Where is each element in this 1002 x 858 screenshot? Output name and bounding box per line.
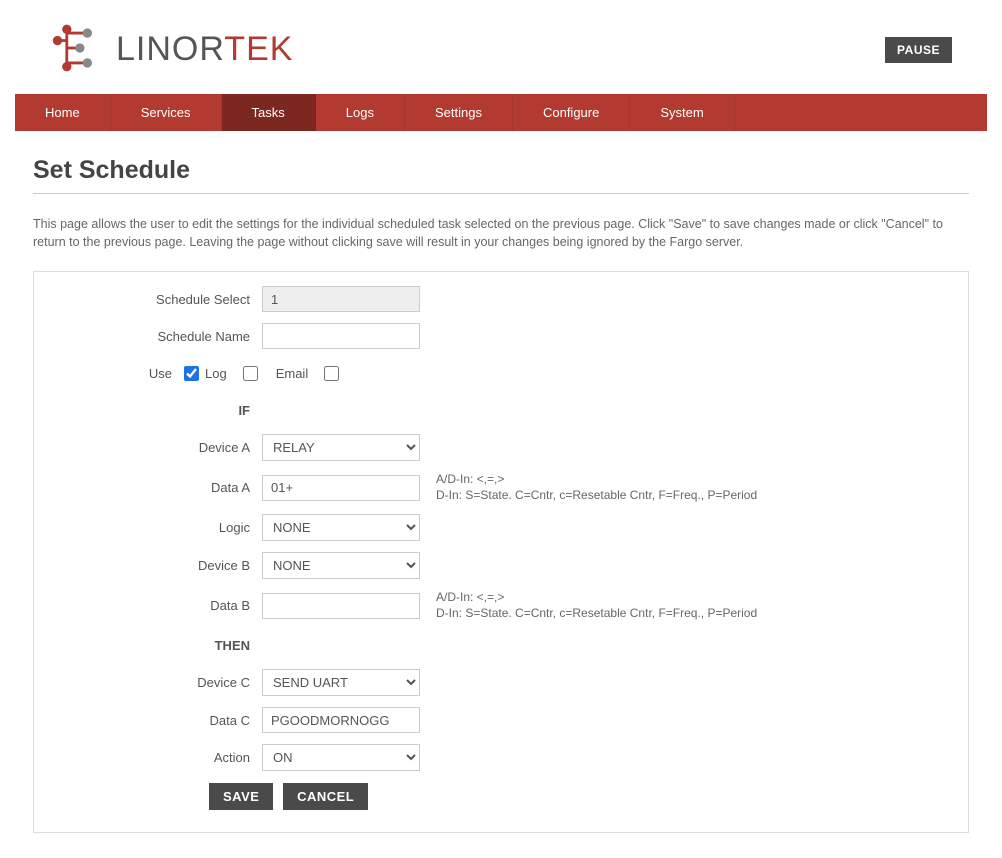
cancel-button[interactable]: CANCEL: [283, 783, 368, 810]
label-data-a: Data A: [54, 480, 262, 495]
hint-data-a: A/D-In: <,=,> D-In: S=State. C=Cntr, c=R…: [436, 472, 757, 503]
data-b-input[interactable]: [262, 593, 420, 619]
label-data-c: Data C: [54, 713, 262, 728]
main-nav: Home Services Tasks Logs Settings Config…: [15, 94, 987, 131]
intro-text: This page allows the user to edit the se…: [33, 216, 969, 251]
data-a-input[interactable]: [262, 475, 420, 501]
nav-configure[interactable]: Configure: [513, 94, 630, 131]
schedule-select-value: [262, 286, 420, 312]
label-logic: Logic: [54, 520, 262, 535]
label-action: Action: [54, 750, 262, 765]
nav-home[interactable]: Home: [15, 94, 111, 131]
if-heading: IF: [54, 403, 262, 418]
use-checkbox[interactable]: [184, 366, 199, 381]
then-heading: THEN: [54, 638, 262, 653]
label-device-b: Device B: [54, 558, 262, 573]
logo-text: LINORTEK: [116, 30, 293, 69]
label-schedule-name: Schedule Name: [54, 329, 262, 344]
email-checkbox[interactable]: [324, 366, 339, 381]
nav-tasks[interactable]: Tasks: [222, 94, 316, 131]
page-title: Set Schedule: [33, 156, 969, 185]
save-button[interactable]: SAVE: [209, 783, 273, 810]
label-schedule-select: Schedule Select: [54, 292, 262, 307]
header-bar: LINORTEK PAUSE: [15, 0, 987, 94]
label-email: Email: [276, 366, 309, 381]
label-device-c: Device C: [54, 675, 262, 690]
label-use: Use: [54, 366, 184, 381]
nav-settings[interactable]: Settings: [405, 94, 513, 131]
device-b-select[interactable]: NONE: [262, 552, 420, 579]
label-data-b: Data B: [54, 598, 262, 613]
device-a-select[interactable]: RELAY: [262, 434, 420, 461]
pause-button[interactable]: PAUSE: [885, 37, 952, 63]
label-log: Log: [205, 366, 227, 381]
action-select[interactable]: ON: [262, 744, 420, 771]
schedule-form: Schedule Select Schedule Name Use Log Em…: [33, 271, 969, 833]
nav-services[interactable]: Services: [111, 94, 222, 131]
log-checkbox[interactable]: [243, 366, 258, 381]
logic-select[interactable]: NONE: [262, 514, 420, 541]
logo: LINORTEK: [50, 20, 293, 79]
device-c-select[interactable]: SEND UART: [262, 669, 420, 696]
data-c-input[interactable]: [262, 707, 420, 733]
schedule-name-input[interactable]: [262, 323, 420, 349]
divider: [33, 193, 969, 194]
linortek-logo-icon: [50, 20, 106, 79]
label-device-a: Device A: [54, 440, 262, 455]
nav-system[interactable]: System: [630, 94, 734, 131]
hint-data-b: A/D-In: <,=,> D-In: S=State. C=Cntr, c=R…: [436, 590, 757, 621]
nav-logs[interactable]: Logs: [316, 94, 405, 131]
